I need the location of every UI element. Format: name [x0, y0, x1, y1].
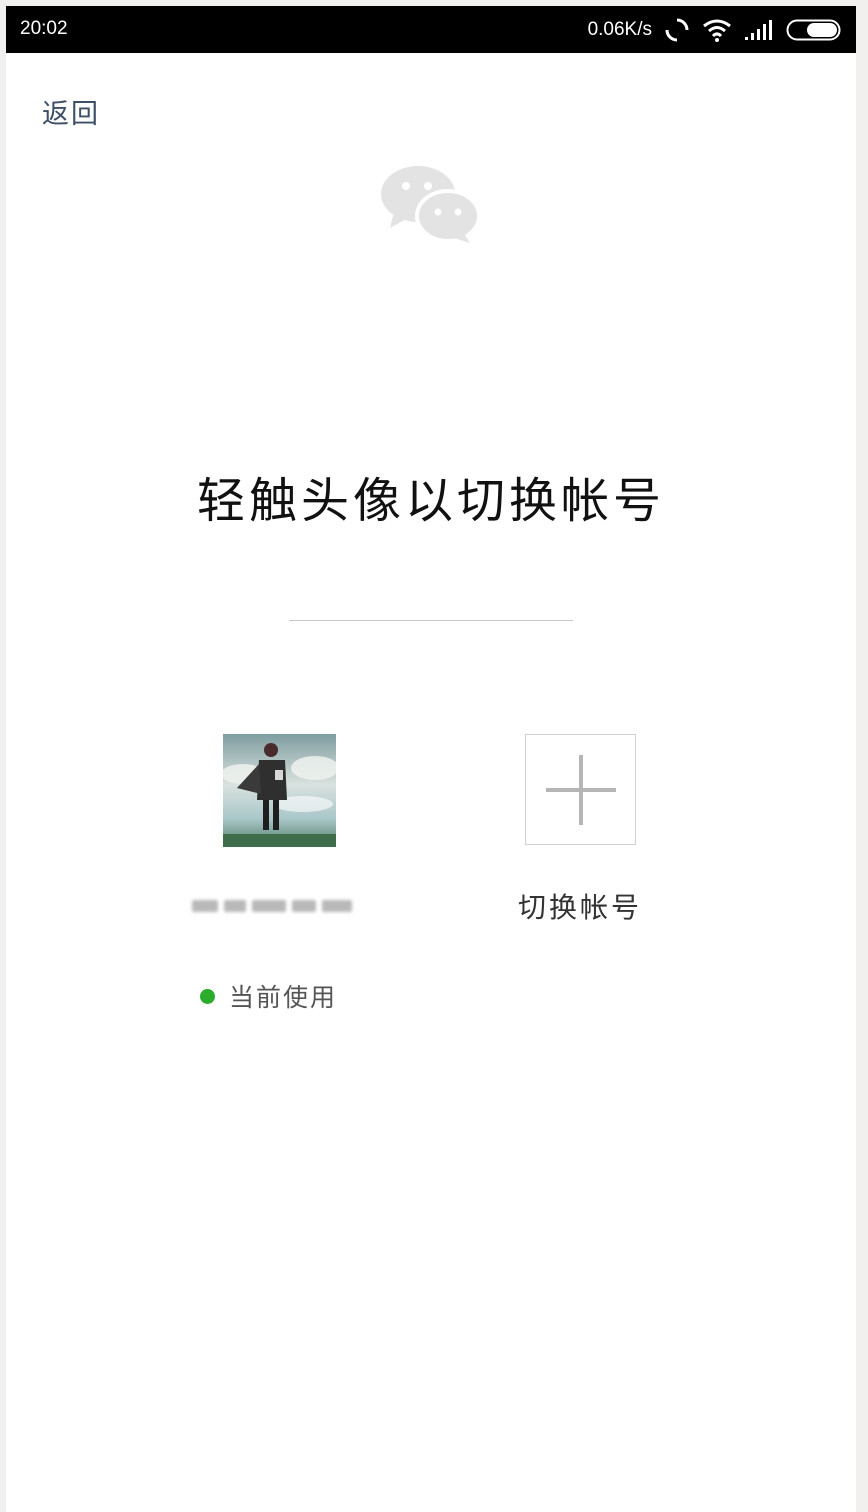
current-account-status: 当前使用 — [200, 978, 337, 1014]
add-account-button[interactable] — [525, 734, 636, 845]
redacted-block — [224, 900, 246, 912]
account-name-redacted — [192, 894, 362, 918]
page-title: 轻触头像以切换帐号 — [196, 473, 665, 529]
current-status-label: 当前使用 — [229, 983, 338, 1012]
status-time: 20:02 — [20, 18, 68, 39]
back-button[interactable]: 返回 — [42, 92, 100, 131]
battery-icon — [786, 19, 841, 41]
signal-icon — [745, 20, 772, 40]
current-account-avatar[interactable] — [223, 734, 336, 847]
redacted-block — [322, 900, 352, 912]
divider — [289, 620, 573, 621]
redacted-block — [252, 900, 286, 912]
wechat-logo-icon — [380, 164, 481, 248]
network-speed: 0.06K/s — [587, 19, 652, 40]
redacted-block — [292, 900, 316, 912]
switch-account-screen: 20:02 0.06K/s 返回 轻触头像以切换帐号 当前使用 切换帐号 — [6, 6, 856, 1512]
status-indicators: 0.06K/s — [588, 14, 844, 46]
status-dot — [200, 988, 215, 1004]
plus-icon-vertical — [579, 755, 583, 825]
switch-account-label[interactable]: 切换帐号 — [460, 886, 700, 926]
redacted-block — [192, 900, 218, 912]
wifi-icon — [703, 19, 731, 42]
status-bar: 20:02 0.06K/s — [6, 6, 856, 53]
sync-icon — [665, 18, 689, 42]
